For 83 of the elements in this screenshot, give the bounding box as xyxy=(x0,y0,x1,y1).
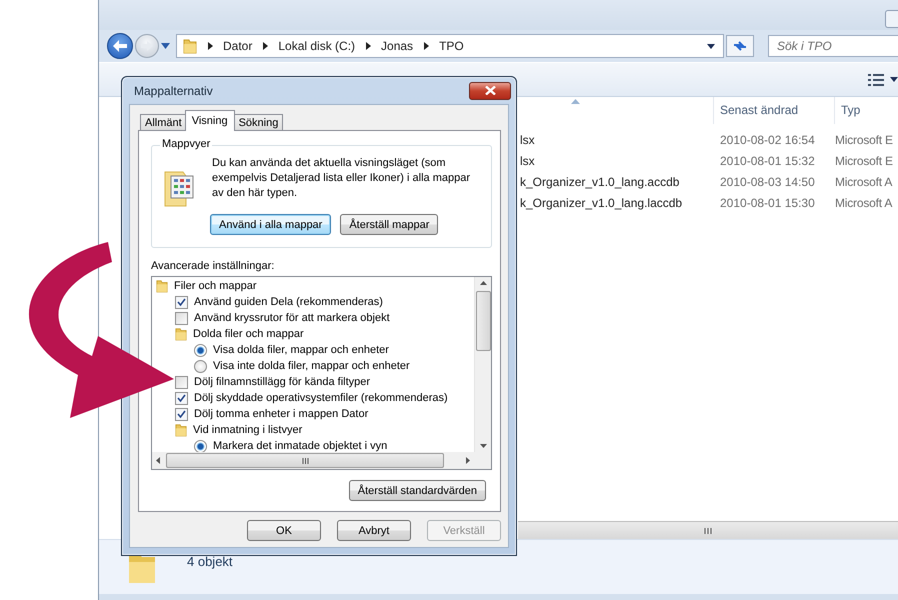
setting-label: Dölj skyddade operativsystemfiler (rekommenderas) xyxy=(194,392,448,404)
radio-button[interactable] xyxy=(194,440,207,452)
tab[interactable]: Sökning xyxy=(234,114,284,131)
dialog-button[interactable]: Avbryt xyxy=(337,520,411,541)
tab[interactable]: Visning xyxy=(184,110,235,131)
folder-icon xyxy=(156,278,168,294)
breadcrumb-item[interactable]: Lokal disk (C:) xyxy=(278,39,356,53)
checkbox[interactable] xyxy=(175,312,188,324)
folder-icon xyxy=(183,38,197,54)
radio-button[interactable] xyxy=(194,360,207,372)
view-list-icon[interactable] xyxy=(868,74,884,86)
apply-to-folders-button[interactable]: Använd i alla mappar xyxy=(210,214,332,235)
breadcrumb-item[interactable]: Jonas xyxy=(381,39,414,53)
address-bar[interactable]: Dator Lokal disk (C:) Jonas TPO xyxy=(176,34,724,58)
chevron-icon xyxy=(365,42,372,50)
refresh-icon xyxy=(732,39,748,53)
section-label: Avancerade inställningar: xyxy=(151,260,276,272)
chevron-icon xyxy=(207,42,213,50)
description-text: Du kan använda det aktuella visningsläget (som exempelvis Detaljerad lista eller Ikoner) i alla mappar av den här typen. xyxy=(212,156,472,201)
checkbox[interactable] xyxy=(175,376,188,388)
setting-label: Vid inmatning i listvyer xyxy=(193,424,302,436)
setting-label: Visa dolda filer, mappar och enheter xyxy=(213,344,389,356)
scroll-left-icon[interactable] xyxy=(156,457,160,464)
setting-label: Markera det inmatade objektet i vyn xyxy=(213,440,388,452)
checkbox[interactable] xyxy=(175,296,188,308)
grip-icon xyxy=(302,458,308,464)
vertical-scrollbar[interactable] xyxy=(474,277,491,452)
table-cell-text: 2010-08-03 14:50 xyxy=(719,174,816,188)
folder-icon xyxy=(175,422,187,438)
back-button[interactable] xyxy=(107,33,133,59)
table-cell-text: Microsoft E xyxy=(834,132,894,146)
caret-icon[interactable] xyxy=(707,44,715,48)
item-count: 4 objekt xyxy=(187,554,233,569)
scroll-up-icon[interactable] xyxy=(480,281,486,285)
search-field[interactable]: Sök i TPO xyxy=(768,35,898,57)
scroll-down-icon[interactable] xyxy=(480,444,486,448)
horizontal-scrollbar[interactable] xyxy=(152,452,474,469)
refresh-button[interactable] xyxy=(726,35,754,57)
checkbox[interactable] xyxy=(175,408,188,420)
arrow-right-icon xyxy=(141,41,153,51)
file-name[interactable]: k_Organizer_v1.0_lang.accdb xyxy=(520,174,680,188)
horizontal-scrollbar[interactable] xyxy=(518,521,898,539)
close-icon xyxy=(484,86,496,95)
breadcrumb-item[interactable]: Dator xyxy=(223,39,252,53)
arrow-left-icon xyxy=(113,40,127,52)
sort-arrow-icon xyxy=(571,99,580,104)
checkbox[interactable] xyxy=(175,392,188,404)
caret-icon[interactable] xyxy=(890,77,898,82)
setting-label: Använd kryssrutor för att markera objekt xyxy=(194,312,390,324)
column-header[interactable]: Typ xyxy=(834,97,898,124)
table-cell-text: Microsoft A xyxy=(834,196,894,210)
chevron-icon xyxy=(423,42,430,50)
setting-label: Använd guiden Dela (rekommenderas) xyxy=(194,296,383,308)
setting-label: Dölj filnamnstillägg för kända filtyper xyxy=(194,376,370,388)
breadcrumb-item[interactable]: TPO xyxy=(439,39,464,53)
setting-label: Dolda filer och mappar xyxy=(193,328,304,340)
grip-icon xyxy=(704,528,712,534)
table-cell-text: 2010-08-01 15:32 xyxy=(719,154,816,168)
column-header[interactable]: Senast ändrad xyxy=(713,97,834,124)
setting-label: Visa inte dolda filer, mappar och enheter xyxy=(213,360,410,372)
file-name[interactable]: lsx xyxy=(520,154,535,168)
table-cell-text: 2010-08-02 16:54 xyxy=(719,132,816,146)
settings-tree[interactable] xyxy=(151,276,492,470)
scroll-thumb[interactable] xyxy=(476,291,490,351)
table-cell-text: 2010-08-01 15:30 xyxy=(719,196,816,210)
table-cell-text: Microsoft E xyxy=(834,154,894,168)
table-cell-text: Microsoft A xyxy=(834,174,894,188)
reset-folders-button[interactable]: Återställ mappar xyxy=(340,214,438,235)
scroll-thumb[interactable] xyxy=(166,453,444,468)
scroll-right-icon[interactable] xyxy=(466,457,470,464)
dialog-title: Mappalternativ xyxy=(134,84,213,98)
setting-label: Dölj tomma enheter i mappen Dator xyxy=(194,408,368,420)
tab[interactable]: Allmänt xyxy=(140,114,187,131)
radio-button[interactable] xyxy=(194,344,207,356)
group-title: Mappvyer xyxy=(160,138,212,150)
file-name[interactable]: k_Organizer_v1.0_lang.laccdb xyxy=(520,196,682,210)
close-button[interactable] xyxy=(469,82,511,100)
setting-label: Filer och mappar xyxy=(174,280,257,292)
chevron-icon xyxy=(262,42,268,50)
dialog-button[interactable]: OK xyxy=(247,520,321,541)
reset-defaults-button[interactable]: Återställ standardvärden xyxy=(348,480,486,501)
file-name[interactable]: lsx xyxy=(520,132,535,146)
folder-icon xyxy=(175,326,187,342)
